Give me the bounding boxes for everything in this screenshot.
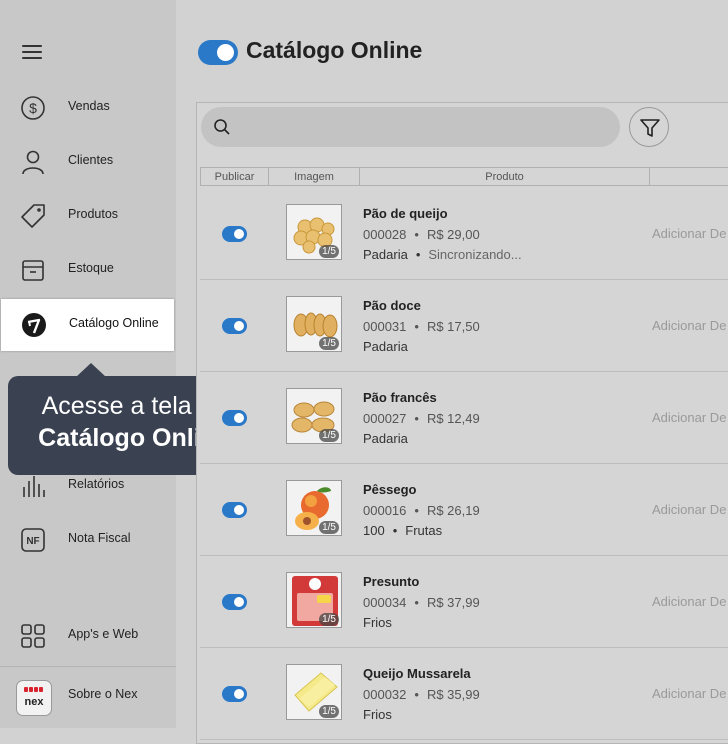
product-category: 100 • Frutas [363, 523, 443, 538]
image-count: 1/5 [319, 521, 339, 534]
product-meta: 000031 • R$ 17,50 [363, 319, 480, 334]
sidebar-item-label: Vendas [68, 99, 110, 113]
page-title: Catálogo Online [246, 37, 423, 63]
search-icon [214, 119, 230, 135]
image-count: 1/5 [319, 705, 339, 718]
product-category: Frios [363, 615, 392, 630]
product-image[interactable]: 1/5 [286, 204, 342, 260]
sidebar-item-nota-fiscal[interactable]: NF Nota Fiscal [0, 514, 176, 566]
sidebar-item-clientes[interactable]: Clientes [0, 136, 176, 188]
add-description-link[interactable]: Adicionar De [652, 502, 726, 517]
sidebar-item-label: App's e Web [68, 627, 139, 641]
product-name: Pêssego [363, 482, 417, 497]
search-bar[interactable] [201, 107, 620, 147]
sidebar-item-catalogo-online[interactable]: Catálogo Online [1, 299, 174, 351]
product-category: Padaria [363, 431, 408, 446]
column-header-publicar: Publicar [200, 167, 269, 186]
publish-toggle[interactable] [222, 318, 247, 334]
add-description-link[interactable]: Adicionar De [652, 410, 726, 425]
publish-toggle[interactable] [222, 686, 247, 702]
column-header-imagem: Imagem [268, 167, 360, 186]
sidebar-item-estoque[interactable]: Estoque [0, 244, 176, 296]
filter-icon [640, 119, 660, 137]
menu-icon[interactable] [22, 45, 42, 61]
product-image[interactable]: 1/5 [286, 296, 342, 352]
box-icon [22, 260, 44, 281]
column-header-acoes [649, 167, 728, 186]
add-description-link[interactable]: Adicionar De [652, 318, 726, 333]
image-count: 1/5 [319, 245, 339, 258]
image-count: 1/5 [319, 337, 339, 350]
product-name: Presunto [363, 574, 420, 589]
sidebar-item-label: Nota Fiscal [68, 531, 131, 545]
product-category: Frios [363, 707, 392, 722]
product-name: Pão doce [363, 298, 421, 313]
dollar-circle-icon: $ [21, 96, 45, 120]
publish-toggle[interactable] [222, 226, 247, 242]
image-count: 1/5 [319, 429, 339, 442]
publish-toggle[interactable] [222, 410, 247, 426]
sidebar-item-label: Sobre o Nex [68, 687, 138, 701]
publish-toggle[interactable] [222, 594, 247, 610]
product-category: Padaria • Sincronizando... [363, 247, 522, 262]
add-description-link[interactable]: Adicionar De [652, 594, 726, 609]
tag-icon [21, 204, 45, 228]
product-name: Pão francês [363, 390, 437, 405]
sidebar-divider [0, 666, 176, 667]
product-category: Padaria [363, 339, 408, 354]
tooltip-arrow [76, 363, 106, 377]
search-input[interactable] [241, 113, 605, 143]
product-name: Queijo Mussarela [363, 666, 471, 681]
nf-icon: NF [21, 528, 45, 552]
product-image[interactable]: 1/5 [286, 388, 342, 444]
product-image[interactable]: 1/5 [286, 572, 342, 628]
product-meta: 000016 • R$ 26,19 [363, 503, 480, 518]
bar-chart-icon [23, 476, 45, 497]
product-meta: 000028 • R$ 29,00 [363, 227, 480, 242]
sidebar-item-apps-web[interactable]: App's e Web [0, 610, 176, 662]
svg-text:$: $ [29, 100, 37, 116]
publish-toggle[interactable] [222, 502, 247, 518]
sidebar-item-label: Estoque [68, 261, 114, 275]
filter-button[interactable] [629, 107, 669, 147]
catalog-publish-toggle[interactable] [198, 40, 238, 65]
table-row: 1/5 Pão doce 000031 • R$ 17,50 Padaria Adi… [200, 279, 728, 372]
table-row: 1/5 Queijo Mussarela 000032 • R$ 35,99 Fri… [200, 647, 728, 740]
sidebar-item-label: Catálogo Online [69, 316, 159, 330]
product-image[interactable]: 1/5 [286, 480, 342, 536]
add-description-link[interactable]: Adicionar De [652, 226, 726, 241]
product-meta: 000027 • R$ 12,49 [363, 411, 480, 426]
sidebar-item-label: Produtos [68, 207, 119, 221]
user-icon [22, 150, 44, 175]
sidebar-item-label: Relatórios [68, 477, 125, 491]
sidebar-item-sobre[interactable]: Sobre o Nex [0, 670, 176, 722]
product-meta: 000032 • R$ 35,99 [363, 687, 480, 702]
apps-grid-icon [21, 624, 45, 648]
sidebar-item-produtos[interactable]: Produtos [0, 190, 176, 242]
sidebar-item-vendas[interactable]: $ Vendas [0, 82, 176, 134]
table-row: 1/5 Pão francês 000027 • R$ 12,49 Padaria … [200, 371, 728, 464]
sidebar-item-label: Clientes [68, 153, 114, 167]
product-image[interactable]: 1/5 [286, 664, 342, 720]
image-count: 1/5 [319, 613, 339, 626]
product-meta: 000034 • R$ 37,99 [363, 595, 480, 610]
table-row: 1/5 Pêssego 000016 • R$ 26,19 100 • Frutas A… [200, 463, 728, 556]
svg-text:NF: NF [26, 536, 39, 547]
column-header-produto: Produto [359, 167, 650, 186]
table-row: 1/5 Pão de queijo 000028 • R$ 29,00 Padari… [200, 187, 728, 280]
catalog-online-icon [22, 313, 46, 337]
product-name: Pão de queijo [363, 206, 448, 221]
add-description-link[interactable]: Adicionar De [652, 686, 726, 701]
table-row: 1/5 Presunto 000034 • R$ 37,99 Frios Adici… [200, 555, 728, 648]
